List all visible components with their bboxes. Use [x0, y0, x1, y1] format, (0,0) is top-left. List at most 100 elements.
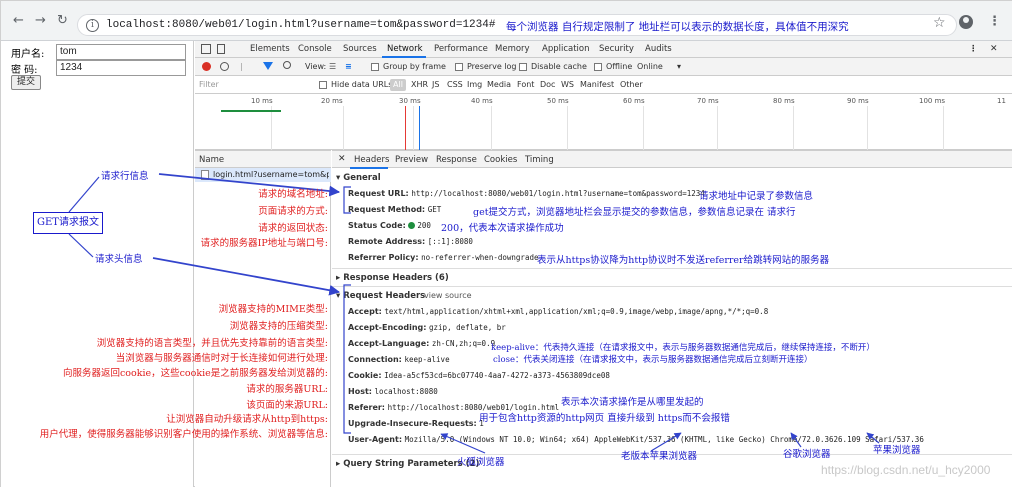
filter-doc[interactable]: Doc — [540, 80, 555, 89]
name-column-header[interactable]: Name — [195, 150, 331, 168]
load-event-line — [405, 106, 406, 150]
close-icon[interactable]: ✕ — [338, 154, 346, 164]
browser-menu-icon[interactable]: ⋮ — [988, 14, 1001, 29]
bookmark-star-icon[interactable]: ☆ — [933, 15, 946, 31]
tab-sources[interactable]: Sources — [343, 44, 377, 54]
annotation-keep-alive: keep-alive：代表持久连接（在请求报文中，表示与服务器数据通信完成后，继… — [491, 343, 875, 353]
chevron-down-icon[interactable]: ▾ — [677, 62, 681, 71]
network-timeline[interactable]: 10 ms 20 ms 30 ms 40 ms 50 ms 60 ms 70 m… — [195, 94, 1012, 150]
annotation-request-header: 请求头信息 — [95, 254, 143, 265]
header-key: Accept: — [348, 307, 382, 316]
tab-application[interactable]: Application — [542, 44, 590, 54]
filter-font[interactable]: Font — [517, 80, 534, 89]
tab-memory[interactable]: Memory — [495, 44, 530, 54]
watermark: https://blog.csdn.net/u_hcy2000 — [821, 463, 991, 477]
tab-audits[interactable]: Audits — [645, 44, 672, 54]
url-text[interactable]: localhost:8080/web01/login.html?username… — [106, 19, 495, 31]
header-value: text/html,application/xhtml+xml,applicat… — [384, 307, 769, 316]
annotation-upgrade-note: 用于包含http资源的http网页 直接升级到 https而不会报错 — [479, 413, 730, 424]
group-by-frame-checkbox[interactable] — [371, 63, 379, 71]
submit-button[interactable]: 提交 — [11, 75, 41, 90]
filter-manifest[interactable]: Manifest — [580, 80, 614, 89]
request-headers-toggle[interactable]: ▾ Request Headers — [336, 291, 425, 301]
tab-security[interactable]: Security — [599, 44, 634, 54]
tab-performance[interactable]: Performance — [434, 44, 488, 54]
tab-cookies[interactable]: Cookies — [484, 155, 517, 165]
annotation-get-message: GET请求报文 — [33, 212, 103, 234]
username-input[interactable]: tom — [56, 44, 186, 60]
password-input[interactable]: 1234 — [56, 60, 186, 76]
waterfall-view-icon[interactable]: ≡ — [345, 62, 352, 71]
offline-label: Offline — [606, 62, 633, 71]
header-key: Referrer Policy: — [348, 253, 419, 262]
tab-console[interactable]: Console — [298, 44, 332, 54]
tab-timing[interactable]: Timing — [525, 155, 554, 165]
filter-img[interactable]: Img — [467, 80, 482, 89]
filter-css[interactable]: CSS — [447, 80, 463, 89]
remote-address-row: Remote Address: [::1]:8080 — [348, 237, 473, 246]
tab-preview[interactable]: Preview — [395, 155, 428, 165]
header-value: 200 — [417, 221, 431, 230]
annotation-status: 请求的返回状态: — [258, 223, 328, 234]
list-view-icon[interactable]: ☰ — [329, 62, 336, 71]
annotation-get-method: get提交方式，浏览器地址栏会显示提交的参数信息，参数信息记录在 请求行 — [473, 207, 796, 218]
filter-input[interactable]: Filter — [199, 79, 339, 91]
header-key: Accept-Language: — [348, 339, 430, 348]
devtools-menu-icon[interactable]: ⋮ — [969, 44, 978, 54]
annotation-source-url: 该页面的来源URL: — [246, 400, 328, 411]
tick-line — [717, 106, 718, 150]
clear-icon[interactable] — [220, 62, 229, 71]
annotation-language: 浏览器支持的语言类型，并且优先支持靠前的语言类型: — [96, 338, 328, 349]
response-headers-toggle[interactable]: ▸ Response Headers (6) — [336, 273, 449, 283]
accept-row: Accept: text/html,application/xhtml+xml,… — [348, 307, 768, 316]
devtools-tabbar: Elements Console Sources Network Perform… — [195, 41, 1012, 58]
header-value: http://localhost:8080/web01/login.html?u… — [411, 189, 705, 198]
record-icon[interactable] — [202, 62, 211, 71]
account-icon[interactable] — [959, 15, 973, 29]
request-headers-title: Request Headers — [343, 291, 426, 301]
annotation-compress: 浏览器支持的压缩类型: — [229, 321, 328, 332]
view-source-link[interactable]: view source — [424, 291, 472, 300]
tab-response[interactable]: Response — [436, 155, 477, 165]
user-agent-row: User-Agent: Mozilla/5.0 (Windows NT 10.0… — [348, 435, 924, 444]
throttling-select[interactable]: Online — [637, 62, 663, 71]
preserve-log-checkbox[interactable] — [455, 63, 463, 71]
tab-headers[interactable]: Headers — [354, 155, 389, 165]
filter-ws[interactable]: WS — [561, 80, 574, 89]
general-section-toggle[interactable]: ▾ General — [336, 173, 381, 183]
view-label: View: — [305, 62, 327, 71]
upgrade-insecure-row: Upgrade-Insecure-Requests: 1 — [348, 419, 484, 428]
annotation-code-200: 200，代表本次请求操作成功 — [441, 223, 564, 234]
devtools-close-icon[interactable]: ✕ — [990, 44, 998, 54]
filter-icon[interactable] — [263, 62, 273, 70]
filter-js[interactable]: JS — [432, 80, 439, 89]
header-value: Mozilla/5.0 (Windows NT 10.0; Win64; x64… — [404, 435, 924, 444]
filter-media[interactable]: Media — [487, 80, 511, 89]
address-bar[interactable]: i localhost:8080/web01/login.html?userna… — [77, 14, 957, 36]
forward-icon[interactable]: → — [35, 14, 46, 27]
tab-network[interactable]: Network — [387, 44, 423, 54]
hide-data-urls-label: Hide data URLs — [331, 80, 393, 89]
screenshot-frame: ← → ↻ i localhost:8080/web01/login.html?… — [0, 0, 1012, 487]
request-row[interactable]: login.html?username=tom&pa... — [195, 168, 331, 182]
tick-line — [343, 106, 344, 150]
disable-cache-checkbox[interactable] — [519, 63, 527, 71]
reload-icon[interactable]: ↻ — [57, 14, 68, 27]
referrer-policy-row: Referrer Policy: no-referrer-when-downgr… — [348, 253, 539, 262]
header-key: User-Agent: — [348, 435, 403, 444]
header-key: Upgrade-Insecure-Requests: — [348, 419, 477, 428]
tab-elements[interactable]: Elements — [250, 44, 290, 54]
offline-checkbox[interactable] — [594, 63, 602, 71]
name-header-label: Name — [199, 155, 225, 165]
filter-all[interactable]: All — [390, 79, 406, 91]
hide-data-urls-checkbox[interactable] — [319, 81, 327, 89]
filter-xhr[interactable]: XHR — [411, 80, 428, 89]
search-icon[interactable] — [283, 61, 291, 69]
annotation-upgrade: 让浏览器自动升级请求从http到https: — [166, 414, 328, 425]
device-toolbar-icon[interactable] — [217, 44, 225, 54]
filter-other[interactable]: Other — [620, 80, 643, 89]
info-icon[interactable]: i — [86, 19, 99, 32]
header-key: Request Method: — [348, 205, 426, 214]
inspect-icon[interactable] — [201, 44, 211, 54]
back-icon[interactable]: ← — [13, 14, 24, 27]
